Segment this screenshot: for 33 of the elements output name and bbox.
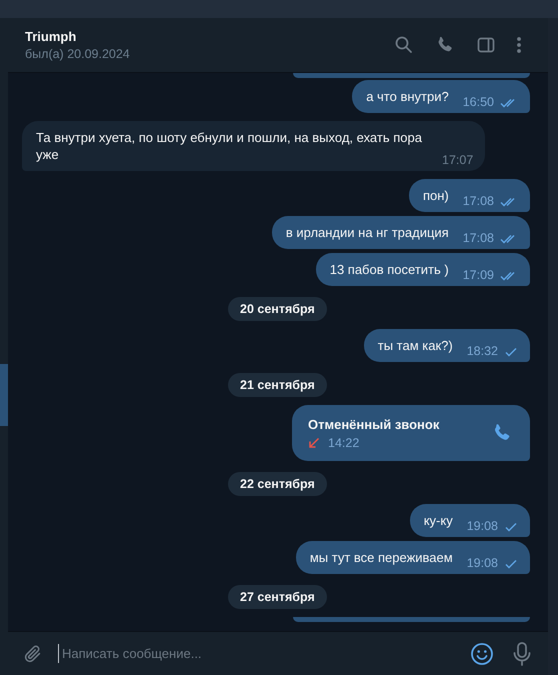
message-time: 19:08 [466, 518, 498, 535]
emoji-icon[interactable] [470, 642, 494, 666]
message-text: ты там как?) [378, 337, 453, 354]
message-time: 18:32 [466, 343, 498, 360]
message-time: 19:08 [466, 555, 498, 572]
arrow-icon [308, 436, 320, 448]
message-text: Та внутри хуета, по шоту ебнули и пошли, на выход, ехать пора уже [36, 129, 423, 163]
sidebar-highlight [0, 364, 8, 426]
message-text: пон) [422, 187, 449, 204]
date-separator: 21 сентября [228, 373, 327, 397]
message-text: 13 пабов посетить ) [330, 261, 449, 278]
message-time: 16:50 [462, 94, 494, 111]
date-separator: 20 сентября [228, 297, 327, 321]
sidebar-toggle-icon[interactable] [476, 35, 496, 55]
message-time: 17:08 [462, 193, 494, 210]
message-text: мы тут все переживаем [310, 549, 453, 566]
message-time: 17:08 [462, 230, 494, 247]
chat-title: Triumph [25, 29, 78, 44]
date-separator: 27 сентября [228, 585, 327, 609]
message-input-field[interactable]: Написать сообщение... [58, 644, 456, 663]
message-time: 17:07 [442, 152, 474, 169]
last-seen-status: был(а) 20.09.2024 [25, 47, 131, 61]
search-icon[interactable] [394, 35, 414, 55]
more-icon[interactable] [516, 35, 522, 55]
call-message[interactable]: Отменённый звонок 14:22 [292, 405, 530, 461]
microphone-icon[interactable] [512, 640, 532, 666]
message-text: а что внутри? [366, 88, 449, 105]
message-text: ку-ку [424, 512, 453, 529]
composer-bar[interactable]: Написать сообщение... [8, 631, 548, 675]
date-separator: 22 сентября [228, 472, 327, 496]
message-time: 17:09 [462, 267, 494, 284]
message-text: в ирландии на нг традиция [286, 224, 449, 241]
call-time: 14:22 [328, 436, 360, 450]
